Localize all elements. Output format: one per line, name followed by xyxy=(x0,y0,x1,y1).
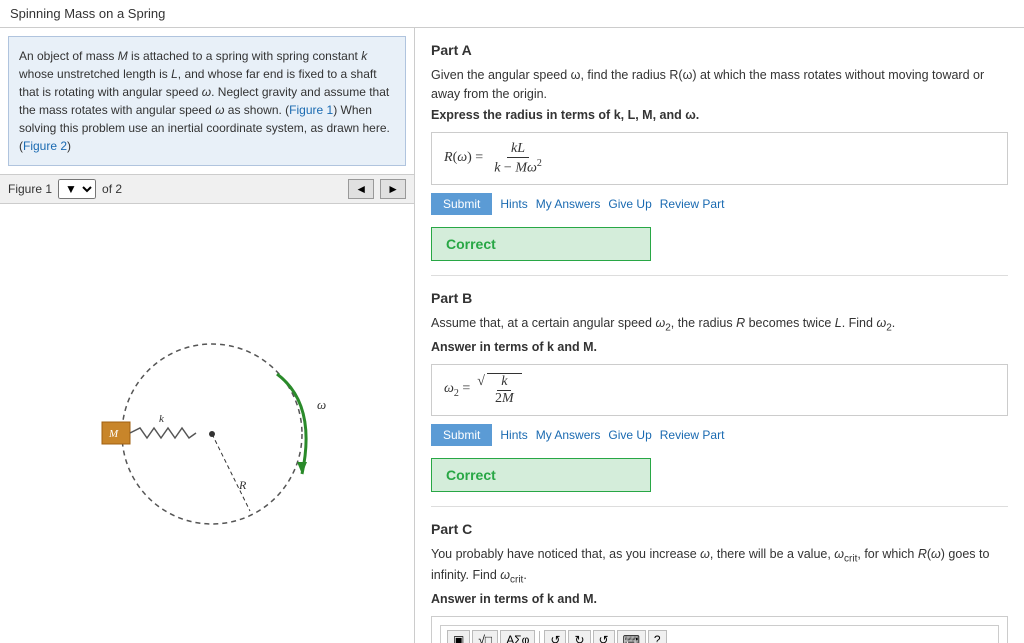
matrix-btn[interactable]: ▣ xyxy=(447,630,470,643)
part-b-instruction1: Assume that, at a certain angular speed … xyxy=(431,314,1008,336)
figure-prev-btn[interactable]: ◄ xyxy=(348,179,374,199)
part-a-instruction2: Express the radius in terms of k, L, M, … xyxy=(431,108,1008,122)
part-c-instruction1: You probably have noticed that, as you i… xyxy=(431,545,1008,588)
part-b-hints-link[interactable]: Hints xyxy=(500,428,527,442)
refresh-btn[interactable]: ↺ xyxy=(593,630,615,643)
figure-of: of 2 xyxy=(102,182,122,196)
part-a-my-answers-link[interactable]: My Answers xyxy=(536,197,601,211)
part-b-submit-btn[interactable]: Submit xyxy=(431,424,492,446)
part-c-answer-area: ▣ √□ ΑΣφ ↺ ↻ ↺ ⌨ ? ωcrit = xyxy=(431,616,1008,643)
page-title: Spinning Mass on a Spring xyxy=(0,0,1024,28)
part-c-title: Part C xyxy=(431,521,1008,537)
part-b-my-answers-link[interactable]: My Answers xyxy=(536,428,601,442)
problem-text: An object of mass M is attached to a spr… xyxy=(8,36,406,166)
part-a-review-link[interactable]: Review Part xyxy=(660,197,725,211)
part-a-submit-btn[interactable]: Submit xyxy=(431,193,492,215)
keyboard-btn[interactable]: ⌨ xyxy=(617,630,646,643)
help-btn[interactable]: ? xyxy=(648,630,667,643)
figure-diagram: M R k ω xyxy=(57,314,357,534)
part-a-correct-box: Correct xyxy=(431,227,651,261)
part-c-math-toolbar: ▣ √□ ΑΣφ ↺ ↻ ↺ ⌨ ? xyxy=(440,625,999,643)
part-c-instruction2: Answer in terms of k and M. xyxy=(431,592,1008,606)
undo-btn[interactable]: ↺ xyxy=(544,630,566,643)
part-a-give-up-link[interactable]: Give Up xyxy=(608,197,651,211)
greek-btn[interactable]: ΑΣφ xyxy=(500,630,535,643)
part-a-instruction1: Given the angular speed ω, find the radi… xyxy=(431,66,1008,104)
figure-select[interactable]: ▼ xyxy=(58,179,96,199)
part-a-hints-link[interactable]: Hints xyxy=(500,197,527,211)
redo-btn[interactable]: ↻ xyxy=(568,630,590,643)
part-a-section: Part A Given the angular speed ω, find t… xyxy=(431,28,1008,276)
figure-label: Figure 1 xyxy=(8,182,52,196)
svg-text:R: R xyxy=(238,478,247,492)
part-b-review-link[interactable]: Review Part xyxy=(660,428,725,442)
part-b-correct-box: Correct xyxy=(431,458,651,492)
svg-text:ω: ω xyxy=(317,397,326,412)
part-b-title: Part B xyxy=(431,290,1008,306)
figure2-link[interactable]: Figure 2 xyxy=(23,139,67,153)
part-b-instruction2: Answer in terms of k and M. xyxy=(431,340,1008,354)
figure-next-btn[interactable]: ► xyxy=(380,179,406,199)
part-a-answer-box: R(ω) = kL k − Mω2 xyxy=(431,132,1008,186)
part-b-section: Part B Assume that, at a certain angular… xyxy=(431,276,1008,507)
svg-text:M: M xyxy=(108,428,119,440)
svg-text:k: k xyxy=(159,413,165,425)
sqrt-btn[interactable]: √□ xyxy=(472,630,498,643)
part-b-give-up-link[interactable]: Give Up xyxy=(608,428,651,442)
figure1-link[interactable]: Figure 1 xyxy=(289,103,333,117)
part-b-answer-box: ω2 = √ k 2M xyxy=(431,364,1008,416)
part-a-title: Part A xyxy=(431,42,1008,58)
part-c-section: Part C You probably have noticed that, a… xyxy=(431,507,1008,643)
